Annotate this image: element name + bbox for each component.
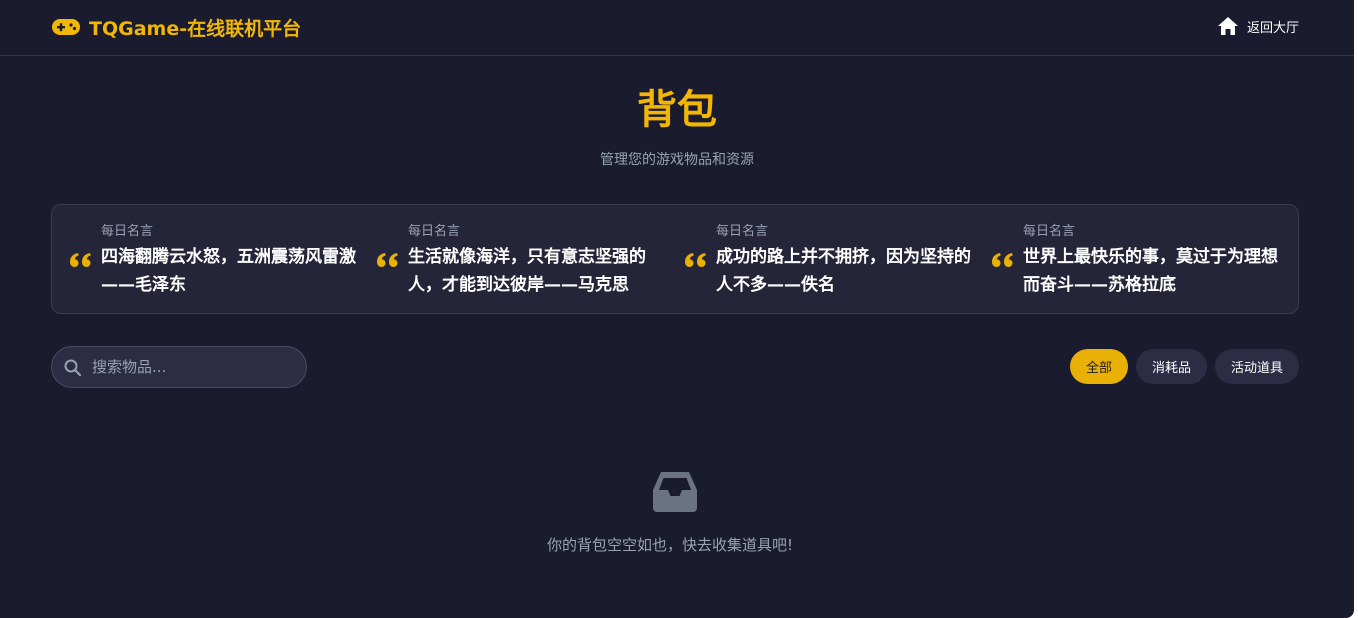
top-navigation-bar: TQGame-在线联机平台 返回大厅 xyxy=(0,0,1354,56)
daily-quotes-panel: 每日名言 四海翻腾云水怒，五洲震荡风雷激——毛泽东 每日名言 生活就像海洋，只有… xyxy=(51,204,1299,314)
quote-card: 每日名言 四海翻腾云水怒，五洲震荡风雷激——毛泽东 xyxy=(52,205,356,315)
quote-label: 每日名言 xyxy=(101,224,154,239)
quote-icon xyxy=(992,253,1013,267)
quote-label: 每日名言 xyxy=(716,224,769,239)
quote-text: 成功的路上并不拥挤，因为坚持的人不多——佚名 xyxy=(716,247,971,295)
empty-inventory-message: 你的背包空空如也，快去收集道具吧! xyxy=(546,536,793,554)
search-input[interactable] xyxy=(92,347,292,387)
quote-text: 生活就像海洋，只有意志坚强的人，才能到达彼岸——马克思 xyxy=(408,247,646,295)
inbox-icon xyxy=(653,472,697,512)
page-subtitle: 管理您的游戏物品和资源 xyxy=(600,152,754,168)
quote-card: 每日名言 世界上最快乐的事，莫过于为理想而奋斗——苏格拉底 xyxy=(974,205,1278,315)
filter-event-items-button[interactable]: 活动道具 xyxy=(1214,349,1299,384)
brand-logo[interactable]: TQGame-在线联机平台 xyxy=(51,13,301,41)
quote-label: 每日名言 xyxy=(408,224,461,239)
filter-all-button[interactable]: 全部 xyxy=(1069,349,1128,384)
quote-icon xyxy=(70,253,91,267)
quote-icon xyxy=(685,253,706,267)
search-icon xyxy=(64,359,81,376)
quote-label: 每日名言 xyxy=(1023,224,1076,239)
quote-icon xyxy=(377,253,398,267)
quote-text: 四海翻腾云水怒，五洲震荡风雷激——毛泽东 xyxy=(101,247,356,295)
brand-title: TQGame-在线联机平台 xyxy=(89,17,302,40)
app-window: TQGame-在线联机平台 返回大厅 背包 管理您的游戏物品和资源 每日名言 四… xyxy=(0,0,1354,618)
gamepad-icon xyxy=(52,19,80,35)
quote-card: 每日名言 生活就像海洋，只有意志坚强的人，才能到达彼岸——马克思 xyxy=(359,205,659,315)
quote-card: 每日名言 成功的路上并不拥挤，因为坚持的人不多——佚名 xyxy=(667,205,971,315)
quote-text: 世界上最快乐的事，莫过于为理想而奋斗——苏格拉底 xyxy=(1023,247,1278,295)
item-search-box[interactable] xyxy=(51,346,307,388)
back-to-lobby-label: 返回大厅 xyxy=(1246,20,1299,36)
category-filters: 全部 消耗品 活动道具 xyxy=(1069,349,1299,384)
home-icon xyxy=(1217,17,1238,35)
page-title: 背包 xyxy=(637,87,717,133)
filter-consumables-button[interactable]: 消耗品 xyxy=(1135,349,1207,384)
back-to-lobby-link[interactable]: 返回大厅 xyxy=(1217,16,1299,36)
